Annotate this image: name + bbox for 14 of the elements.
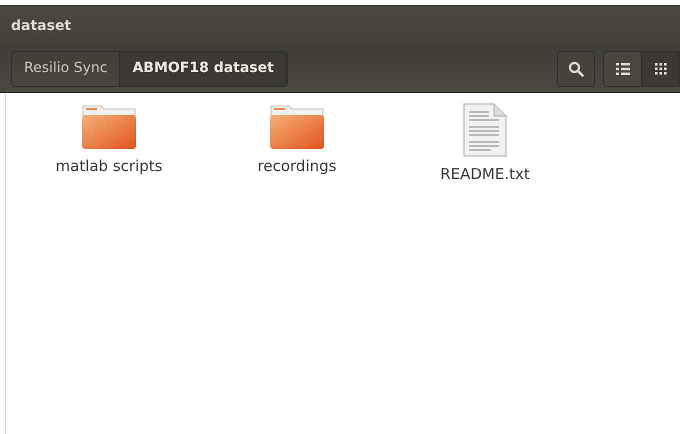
breadcrumb-button[interactable]: ABMOF18 dataset xyxy=(120,52,287,86)
list-view-button[interactable] xyxy=(604,52,642,86)
grid-view-button[interactable] xyxy=(642,52,680,86)
folder-icon xyxy=(270,103,324,149)
folder-icon xyxy=(82,103,136,149)
folder-name[interactable]: matlab scripts xyxy=(56,155,162,178)
grid-icon xyxy=(654,62,666,74)
search-button[interactable] xyxy=(557,50,595,86)
text-file-icon xyxy=(463,103,507,157)
file-name[interactable]: README.txt xyxy=(440,163,530,186)
search-icon xyxy=(568,60,584,76)
window-title: dataset xyxy=(11,18,72,34)
list-icon xyxy=(616,62,630,74)
folder-name[interactable]: recordings xyxy=(258,155,336,178)
